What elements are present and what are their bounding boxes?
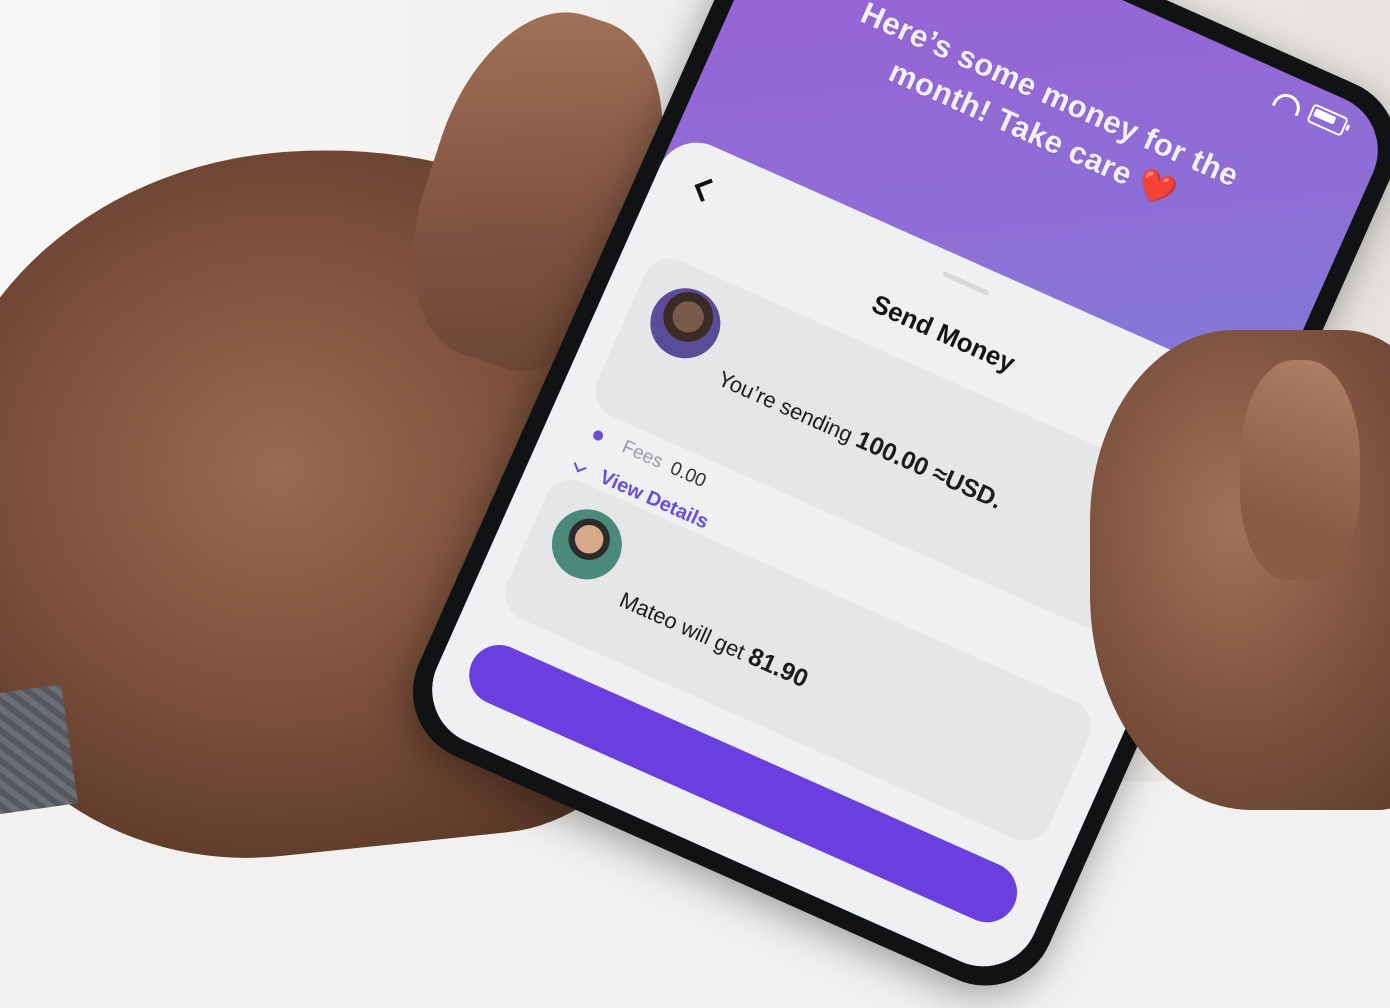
sending-summary: You’re sending 100.00 ≈USD. — [713, 364, 1006, 516]
receiving-summary: Mateo will get 81.90 — [615, 585, 813, 694]
fees-label: Fees — [618, 436, 666, 473]
sender-avatar — [639, 277, 732, 370]
receiving-prefix: Mateo will get — [615, 586, 749, 665]
sheet-grabber[interactable] — [941, 270, 990, 296]
chevron-down-icon — [574, 458, 587, 472]
status-bar — [1271, 88, 1350, 137]
sending-amount: 100.00 ≈USD. — [851, 425, 1007, 515]
wifi-icon — [1272, 88, 1305, 116]
sending-prefix: You’re sending — [714, 365, 857, 448]
message-line-1: Here’s some money for the — [855, 0, 1245, 194]
recipient-avatar — [540, 498, 634, 591]
right-thumb — [1240, 360, 1360, 580]
receiving-amount: 81.90 — [743, 642, 813, 694]
battery-icon — [1306, 103, 1350, 137]
fees-dot-icon — [591, 428, 605, 443]
fees-value: 0.00 — [666, 457, 710, 493]
